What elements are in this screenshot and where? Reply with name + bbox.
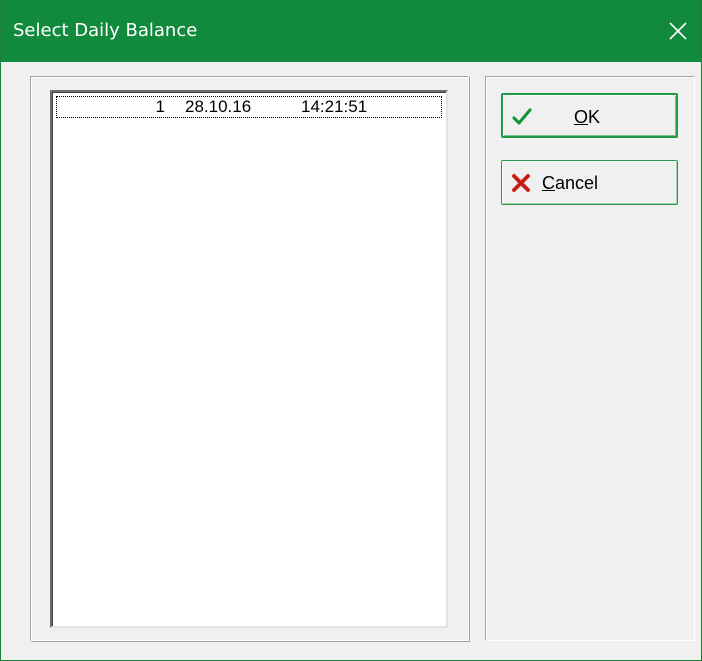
row-time: 14:21:51 bbox=[301, 97, 368, 116]
ok-label-rest: K bbox=[588, 107, 601, 127]
cancel-button-label: Cancel bbox=[542, 173, 598, 193]
daily-balance-listbox[interactable]: 1 28.10.16 14:21:51 bbox=[50, 90, 448, 628]
cancel-button[interactable]: Cancel bbox=[501, 160, 678, 205]
checkmark-icon bbox=[512, 108, 532, 125]
cancel-mnemonic: C bbox=[542, 173, 555, 193]
select-daily-balance-dialog: Select Daily Balance 1 28.10.16 14:21:51… bbox=[0, 0, 702, 661]
ok-button[interactable]: OK bbox=[501, 93, 678, 138]
close-button[interactable] bbox=[655, 0, 701, 62]
title-bar[interactable]: Select Daily Balance bbox=[1, 0, 701, 62]
cancel-label-rest: ancel bbox=[555, 173, 599, 193]
close-icon bbox=[669, 22, 687, 40]
red-x-icon bbox=[512, 174, 530, 192]
ok-mnemonic: O bbox=[574, 107, 589, 127]
window-title: Select Daily Balance bbox=[13, 20, 198, 41]
row-date: 28.10.16 bbox=[185, 97, 252, 116]
list-item[interactable]: 1 28.10.16 14:21:51 bbox=[56, 96, 442, 118]
ok-button-label: OK bbox=[574, 107, 600, 127]
row-number: 1 bbox=[155, 97, 165, 116]
